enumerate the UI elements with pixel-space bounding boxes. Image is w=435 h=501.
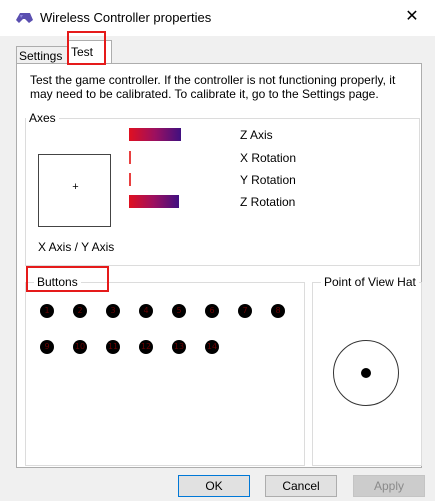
button-indicator-9: 9 [40, 340, 54, 354]
xy-axis-label: X Axis / Y Axis [38, 240, 115, 254]
y-rotation-label: Y Rotation [240, 173, 296, 187]
apply-button[interactable]: Apply [353, 475, 425, 497]
buttons-group [25, 282, 305, 466]
axes-group-label: Axes [26, 111, 59, 125]
button-indicator-11: 11 [106, 340, 120, 354]
highlight-box-test-tab [67, 31, 106, 65]
pov-hat-display [333, 340, 399, 406]
pov-group-label: Point of View Hat [321, 275, 419, 289]
title-bar: Wireless Controller properties ✕ [0, 0, 435, 36]
ok-button[interactable]: OK [178, 475, 250, 497]
y-rotation-bar [129, 173, 131, 186]
xy-position-marker: + [72, 181, 79, 193]
button-indicator-4: 4 [139, 304, 153, 318]
x-rotation-bar [129, 151, 131, 164]
cancel-button[interactable]: Cancel [265, 475, 337, 497]
button-indicator-14: 14 [205, 340, 219, 354]
button-indicator-13: 13 [172, 340, 186, 354]
button-indicator-12: 12 [139, 340, 153, 354]
button-indicator-10: 10 [73, 340, 87, 354]
button-indicator-3: 3 [106, 304, 120, 318]
button-indicator-2: 2 [73, 304, 87, 318]
z-rotation-bar [129, 195, 179, 208]
xy-axis-display: + [38, 154, 111, 227]
button-indicator-5: 5 [172, 304, 186, 318]
button-indicator-6: 6 [205, 304, 219, 318]
pov-hat-indicator [361, 368, 371, 378]
button-indicator-1: 1 [40, 304, 54, 318]
z-axis-label: Z Axis [240, 128, 273, 142]
x-rotation-label: X Rotation [240, 151, 297, 165]
z-rotation-label: Z Rotation [240, 195, 296, 209]
game-controller-icon [16, 13, 33, 23]
button-indicator-8: 8 [271, 304, 285, 318]
description-text: Test the game controller. If the control… [30, 73, 396, 101]
close-icon[interactable]: ✕ [403, 8, 421, 26]
window-title: Wireless Controller properties [40, 10, 212, 25]
z-axis-bar [129, 128, 181, 141]
button-indicator-7: 7 [238, 304, 252, 318]
highlight-box-buttons [26, 266, 109, 292]
